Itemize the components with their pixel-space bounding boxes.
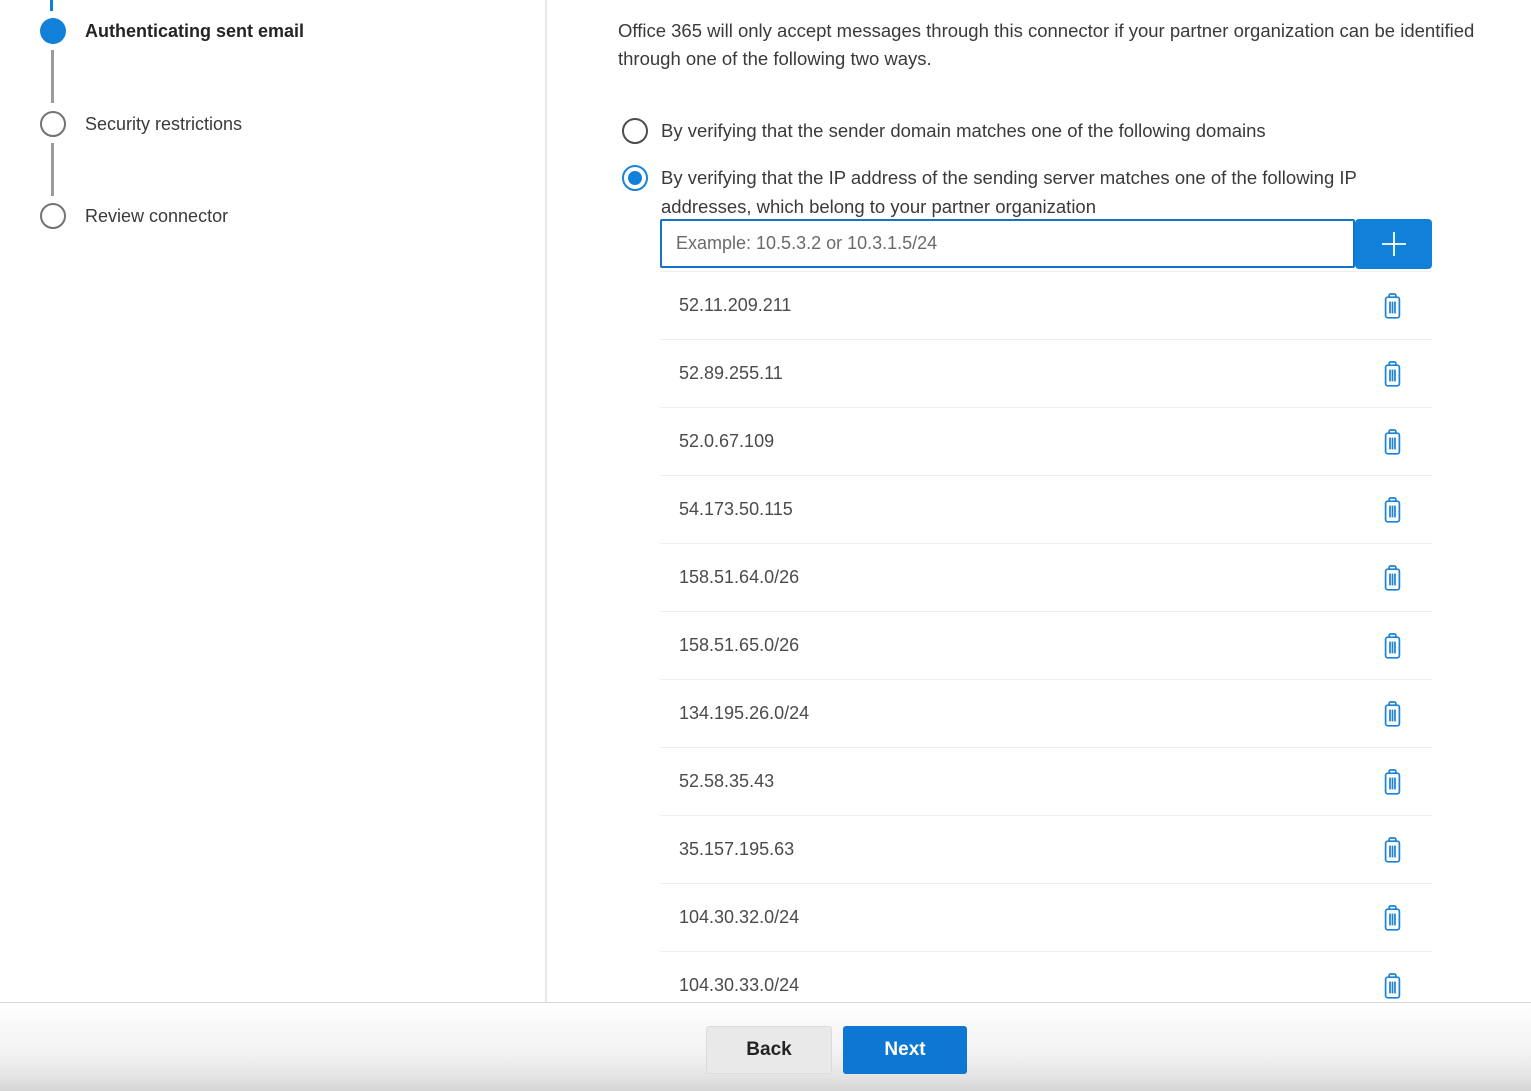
stepper-progress-line-top [50,0,53,11]
intro-text: Office 365 will only accept messages thr… [618,17,1523,73]
trash-icon [1381,988,1404,1003]
ip-address-value: 104.30.32.0/24 [679,907,799,928]
ip-address-list: 52.11.209.211 52.89.255.11 [660,271,1432,1020]
radio-option-sender-domain[interactable]: By verifying that the sender domain matc… [622,117,1502,146]
ip-address-value: 52.58.35.43 [679,771,774,792]
step-label: Authenticating sent email [85,21,304,42]
ip-list-item: 35.157.195.63 [660,816,1432,884]
next-button[interactable]: Next [843,1026,967,1074]
trash-icon [1381,852,1404,867]
ip-list-item: 52.0.67.109 [660,408,1432,476]
ip-address-value: 104.30.33.0/24 [679,975,799,996]
ip-list-item: 158.51.64.0/26 [660,544,1432,612]
radio-unselected-icon[interactable] [622,118,648,144]
ip-list-item: 134.195.26.0/24 [660,680,1432,748]
ip-list-item: 104.30.32.0/24 [660,884,1432,952]
wizard-stepper: Authenticating sent email Security restr… [0,0,545,1002]
ip-address-value: 52.11.209.211 [679,295,791,316]
trash-icon [1381,308,1404,323]
delete-ip-button[interactable] [1379,562,1406,594]
delete-ip-button[interactable] [1379,970,1406,1002]
ip-address-value: 158.51.65.0/26 [679,635,799,656]
ip-list-item: 54.173.50.115 [660,476,1432,544]
trash-icon [1381,648,1404,663]
stepper-connector-line [51,143,54,196]
ip-address-value: 158.51.64.0/26 [679,567,799,588]
ip-list-item: 52.58.35.43 [660,748,1432,816]
ip-list-item: 52.89.255.11 [660,340,1432,408]
delete-ip-button[interactable] [1379,358,1406,390]
ip-address-value: 134.195.26.0/24 [679,703,809,724]
back-button[interactable]: Back [706,1026,832,1074]
trash-icon [1381,444,1404,459]
trash-icon [1381,784,1404,799]
delete-ip-button[interactable] [1379,766,1406,798]
step-label: Security restrictions [85,114,242,135]
wizard-footer: Back Next [0,1002,1531,1091]
delete-ip-button[interactable] [1379,290,1406,322]
ip-list-item: 158.51.65.0/26 [660,612,1432,680]
radio-option-label: By verifying that the IP address of the … [661,164,1450,221]
ip-address-value: 52.89.255.11 [679,363,783,384]
delete-ip-button[interactable] [1379,698,1406,730]
step-upcoming-dot-icon [40,111,66,137]
plus-icon [1378,228,1410,260]
delete-ip-button[interactable] [1379,494,1406,526]
ip-address-value: 35.157.195.63 [679,839,794,860]
stepper-connector-line [51,50,54,103]
delete-ip-button[interactable] [1379,630,1406,662]
add-ip-button[interactable] [1355,219,1432,269]
radio-option-label: By verifying that the sender domain matc… [661,117,1266,146]
stepper-step-authenticating-sent-email[interactable]: Authenticating sent email [40,18,304,44]
stepper-step-review-connector[interactable]: Review connector [40,203,228,229]
trash-icon [1381,376,1404,391]
stepper-step-security-restrictions[interactable]: Security restrictions [40,111,242,137]
ip-address-value: 52.0.67.109 [679,431,774,452]
trash-icon [1381,716,1404,731]
radio-selected-icon[interactable] [622,165,648,191]
content-divider [545,0,547,1002]
trash-icon [1381,580,1404,595]
trash-icon [1381,920,1404,935]
step-upcoming-dot-icon [40,203,66,229]
delete-ip-button[interactable] [1379,902,1406,934]
ip-address-value: 54.173.50.115 [679,499,793,520]
trash-icon [1381,512,1404,527]
delete-ip-button[interactable] [1379,834,1406,866]
ip-list-item: 52.11.209.211 [660,272,1432,340]
step-label: Review connector [85,206,228,227]
ip-address-input[interactable] [660,219,1355,268]
delete-ip-button[interactable] [1379,426,1406,458]
step-current-dot-icon [40,18,66,44]
radio-option-ip-address[interactable]: By verifying that the IP address of the … [622,164,1450,221]
